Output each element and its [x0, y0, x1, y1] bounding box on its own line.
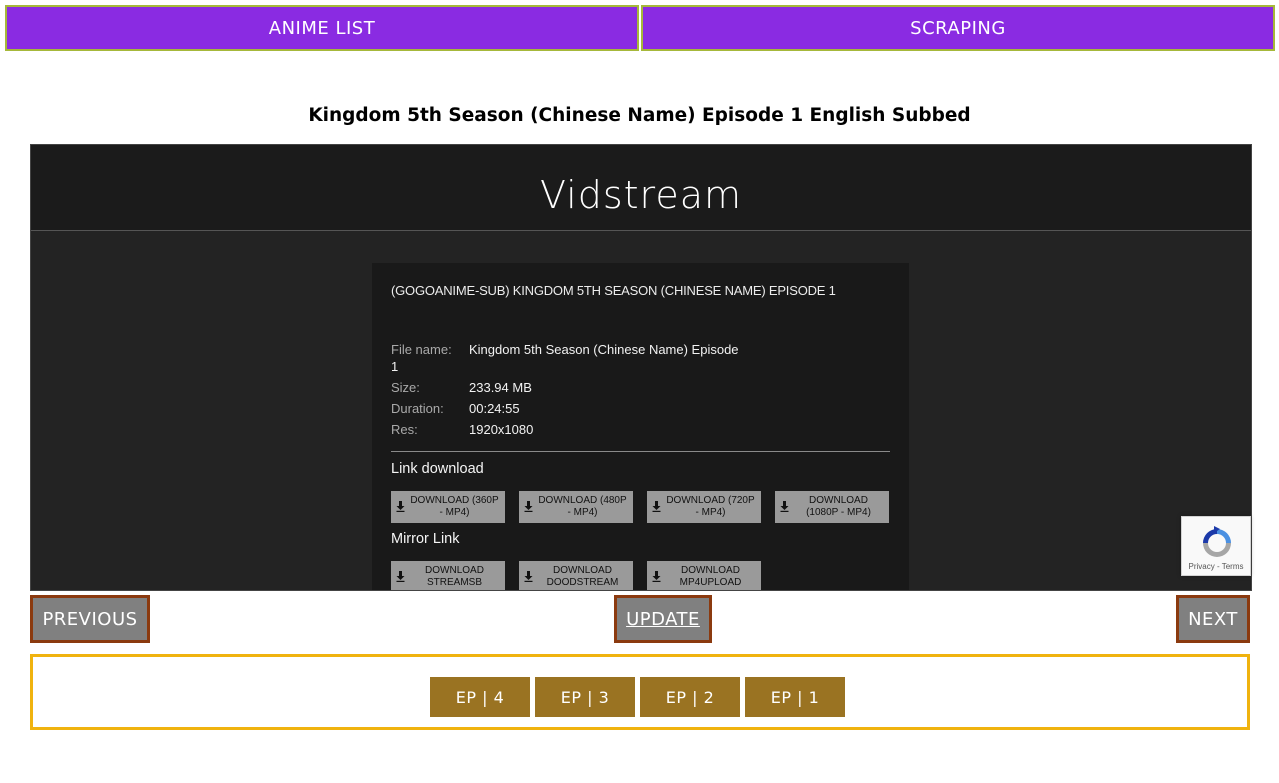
download-panel: (GOGOANIME-SUB) KINGDOM 5TH SEASON (CHIN…: [372, 263, 909, 590]
mirror-link-heading: Mirror Link: [391, 531, 460, 547]
vidstream-logo: Vidstream: [31, 173, 1251, 217]
video-player-frame[interactable]: Vidstream (GOGOANIME-SUB) KINGDOM 5TH SE…: [30, 144, 1252, 591]
res-label: Res:: [391, 422, 418, 437]
download-icon: [396, 501, 405, 512]
download-360p-label: DOWNLOAD (360P - MP4): [410, 495, 499, 518]
download-720p-button[interactable]: DOWNLOAD (720P - MP4): [647, 491, 761, 523]
download-streamsb-label: DOWNLOAD STREAMSB: [425, 565, 484, 588]
download-icon: [524, 501, 533, 512]
episode-list: EP | 4 EP | 3 EP | 2 EP | 1: [30, 654, 1250, 730]
player-header: Vidstream: [31, 145, 1251, 231]
recaptcha-icon: [1203, 526, 1231, 557]
link-download-heading: Link download: [391, 461, 484, 477]
recaptcha-terms[interactable]: Privacy - Terms: [1182, 562, 1250, 571]
file-name-value: Kingdom 5th Season (Chinese Name) Episod…: [469, 342, 739, 357]
duration-label: Duration:: [391, 401, 444, 416]
logo-vid-text: Vid: [539, 173, 603, 217]
duration-value: 00:24:55: [469, 401, 520, 416]
divider: [391, 451, 890, 452]
download-480p-button[interactable]: DOWNLOAD (480P - MP4): [519, 491, 633, 523]
page-title: Kingdom 5th Season (Chinese Name) Episod…: [308, 105, 971, 126]
download-icon: [396, 571, 405, 582]
download-doodstream-label: DOWNLOAD DOODSTREAM: [546, 565, 619, 588]
update-button[interactable]: UPDATE: [614, 595, 712, 643]
download-mp4upload-button[interactable]: DOWNLOAD MP4UPLOAD: [647, 561, 761, 590]
download-doodstream-button[interactable]: DOWNLOAD DOODSTREAM: [519, 561, 633, 590]
download-icon: [780, 501, 789, 512]
previous-button[interactable]: PREVIOUS: [30, 595, 150, 643]
next-button[interactable]: NEXT: [1176, 595, 1250, 643]
res-value: 1920x1080: [469, 422, 534, 437]
anime-list-button[interactable]: ANIME LIST: [5, 5, 639, 51]
download-1080p-button[interactable]: DOWNLOAD (1080P - MP4): [775, 491, 889, 523]
size-value: 233.94 MB: [469, 380, 532, 395]
download-480p-label: DOWNLOAD (480P - MP4): [538, 495, 627, 518]
top-nav: ANIME LIST SCRAPING: [5, 5, 1275, 51]
download-360p-button[interactable]: DOWNLOAD (360P - MP4): [391, 491, 505, 523]
download-1080p-label: DOWNLOAD (1080P - MP4): [806, 495, 871, 518]
download-icon: [652, 571, 661, 582]
file-name-value-cont: 1: [391, 359, 399, 374]
logo-stream-text: stream: [602, 173, 742, 217]
file-name-label: File name:: [391, 342, 452, 357]
episode-button-3[interactable]: EP | 3: [535, 677, 635, 717]
scraping-button[interactable]: SCRAPING: [641, 5, 1275, 51]
file-title: (GOGOANIME-SUB) KINGDOM 5TH SEASON (CHIN…: [391, 283, 836, 298]
episode-button-1[interactable]: EP | 1: [745, 677, 845, 717]
episode-button-4[interactable]: EP | 4: [430, 677, 530, 717]
download-streamsb-button[interactable]: DOWNLOAD STREAMSB: [391, 561, 505, 590]
download-icon: [524, 571, 533, 582]
download-icon: [652, 501, 661, 512]
download-mp4upload-label: DOWNLOAD MP4UPLOAD: [679, 565, 742, 588]
size-label: Size:: [391, 380, 420, 395]
recaptcha-badge[interactable]: Privacy - Terms: [1181, 516, 1251, 576]
episode-button-2[interactable]: EP | 2: [640, 677, 740, 717]
download-720p-label: DOWNLOAD (720P - MP4): [666, 495, 755, 518]
